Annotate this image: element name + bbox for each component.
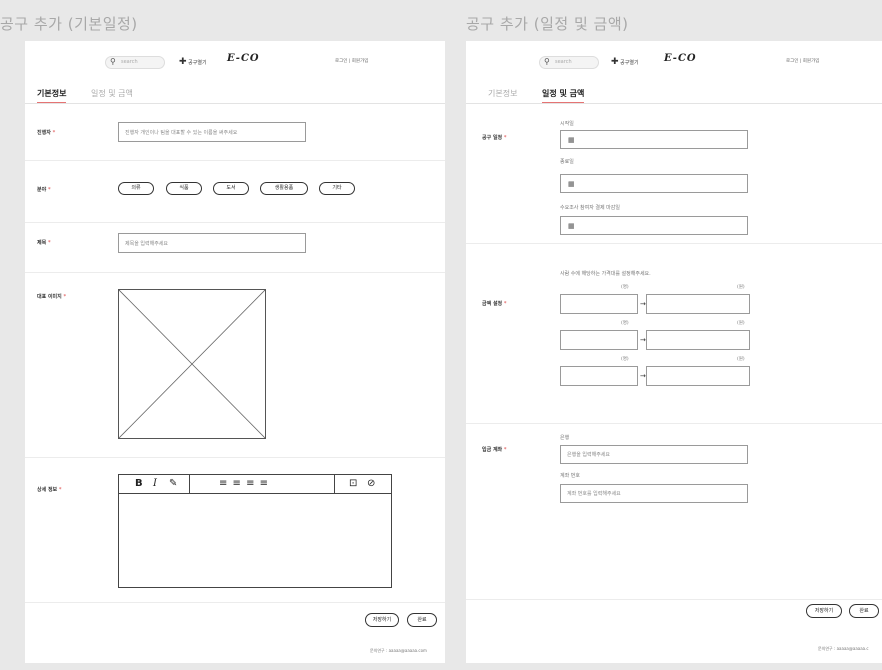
create-label: 공구열기 [188, 60, 207, 66]
search-placeholder: search [555, 59, 572, 65]
price-section: 금액 설정 * 사람 수에 해당하는 가격대를 설정해주세요. (명) (원) … [466, 244, 882, 424]
rich-text-editor[interactable]: B I ✎ ≡ ≡ ≡ ≡ ⊡ ⊘ [118, 474, 392, 588]
calendar-icon: ▦ [568, 221, 575, 230]
tab-schedule-price[interactable]: 일정 및 금액 [542, 88, 585, 103]
start-date-input[interactable]: ▦ [560, 130, 748, 149]
create-label: 공구열기 [620, 60, 639, 66]
unit-people: (명) [621, 285, 629, 290]
frame-title-basic: 공구 추가 (기본일정) [0, 15, 138, 33]
category-chip-food[interactable]: 식품 [166, 182, 202, 195]
toolbar-divider [189, 475, 190, 494]
basic-info-panel: ⚲ search ✚ 공구열기 E-CO 로그인 | 회원가입 기본정보 일정 … [25, 41, 445, 663]
category-chip-clothing[interactable]: 의류 [118, 182, 154, 195]
auth-links[interactable]: 로그인 | 회원가입 [786, 58, 819, 64]
account-number-input[interactable]: 계좌 번호를 입력해주세요 [560, 484, 748, 503]
start-date-label: 시작일 [560, 121, 574, 127]
account-label: 입금 계좌 * [482, 447, 507, 453]
people-input-1[interactable] [560, 294, 638, 314]
title-label: 제목 * [37, 240, 51, 246]
price-input-2[interactable] [646, 330, 750, 350]
pen-icon[interactable]: ✎ [169, 478, 177, 489]
tab-bar: 기본정보 일정 및 금액 [466, 86, 882, 104]
top-navigation: ⚲ search ✚ 공구열기 E-CO 로그인 | 회원가입 [25, 41, 445, 86]
search-icon: ⚲ [110, 57, 116, 66]
frame-title-schedule: 공구 추가 (일정 및 금액) [466, 15, 629, 33]
title-input[interactable]: 제목을 입력해주세요 [118, 233, 306, 253]
image-upload-placeholder[interactable] [118, 289, 266, 439]
done-button[interactable]: 완료 [849, 604, 879, 618]
period-section: 공구 일정 * 시작일 ▦ 종료일 ▦ 수요조사 참여자 결제 마감일 ▦ [466, 104, 882, 244]
italic-icon[interactable]: I [153, 478, 157, 489]
arrow-right-icon: → [640, 372, 646, 380]
footer-contact: 문의연구 : aaaaa@aaaaa.com [370, 648, 427, 653]
category-chip-household[interactable]: 생활용품 [260, 182, 308, 195]
plus-icon: ✚ [179, 57, 187, 67]
search-input[interactable]: ⚲ search [539, 56, 599, 69]
bold-icon[interactable]: B [135, 478, 143, 489]
plus-icon: ✚ [611, 57, 619, 67]
image-insert-icon[interactable]: ⊡ [349, 478, 357, 489]
unit-people: (명) [621, 321, 629, 326]
title-section: 제목 * 제목을 입력해주세요 [25, 223, 445, 273]
price-input-1[interactable] [646, 294, 750, 314]
period-label: 공구 일정 * [482, 135, 507, 141]
detail-label: 상세 정보 * [37, 487, 62, 493]
category-chip-books[interactable]: 도서 [213, 182, 249, 195]
editor-toolbar: B I ✎ ≡ ≡ ≡ ≡ ⊡ ⊘ [119, 475, 391, 494]
search-input[interactable]: ⚲ search [105, 56, 165, 69]
account-number-label: 계좌 번호 [560, 473, 580, 479]
category-chip-etc[interactable]: 기타 [319, 182, 355, 195]
arrow-right-icon: → [640, 336, 646, 344]
create-group-buy-link[interactable]: ✚ 공구열기 [179, 56, 207, 69]
detail-section: 상세 정보 * B I ✎ ≡ ≡ ≡ ≡ ⊡ ⊘ [25, 458, 445, 603]
unit-won: (원) [737, 321, 745, 326]
end-date-input[interactable]: ▦ [560, 174, 748, 193]
image-label: 대표 이미지 * [37, 294, 67, 300]
price-label: 금액 설정 * [482, 301, 507, 307]
create-group-buy-link[interactable]: ✚ 공구열기 [611, 56, 639, 69]
demand-deadline-label: 수요조사 참여자 결제 마감일 [560, 205, 620, 211]
link-icon[interactable]: ⊘ [367, 478, 375, 489]
tab-schedule-price[interactable]: 일정 및 금액 [91, 88, 133, 102]
done-button[interactable]: 완료 [407, 613, 437, 627]
bank-label: 은행 [560, 435, 570, 441]
toolbar-divider [334, 475, 335, 494]
bank-input[interactable]: 은행을 입력해주세요 [560, 445, 748, 464]
auth-links[interactable]: 로그인 | 회원가입 [335, 58, 368, 64]
people-input-2[interactable] [560, 330, 638, 350]
logo[interactable]: E-CO [227, 53, 260, 64]
people-input-3[interactable] [560, 366, 638, 386]
unit-won: (원) [737, 285, 745, 290]
unit-people: (명) [621, 357, 629, 362]
align-icons[interactable]: ≡ ≡ ≡ ≡ [219, 478, 269, 489]
end-date-label: 종료일 [560, 159, 574, 165]
host-input[interactable]: 진행자 개인이나 팀을 대표할 수 있는 이름을 써주세요 [118, 122, 306, 142]
calendar-icon: ▦ [568, 135, 575, 144]
arrow-right-icon: → [640, 300, 646, 308]
tab-bar: 기본정보 일정 및 금액 [25, 86, 445, 104]
tab-basic-info[interactable]: 기본정보 [37, 88, 67, 103]
account-section: 입금 계좌 * 은행 은행을 입력해주세요 계좌 번호 계좌 번호를 입력해주세… [466, 424, 882, 504]
search-icon: ⚲ [544, 57, 550, 66]
search-placeholder: search [121, 59, 138, 65]
price-hint: 사람 수에 해당하는 가격대를 설정해주세요. [560, 271, 651, 277]
price-input-3[interactable] [646, 366, 750, 386]
schedule-price-panel: ⚲ search ✚ 공구열기 E-CO 로그인 | 회원가입 기본정보 일정 … [466, 41, 882, 663]
logo[interactable]: E-CO [664, 53, 697, 64]
category-label: 분야 * [37, 187, 51, 193]
demand-deadline-input[interactable]: ▦ [560, 216, 748, 235]
category-section: 분야 * 의류 식품 도서 생활용품 기타 [25, 161, 445, 223]
footer-contact: 문의연구 : aaaaa@aaaaa.c [818, 646, 869, 651]
top-navigation: ⚲ search ✚ 공구열기 E-CO 로그인 | 회원가입 [466, 41, 882, 86]
divider [466, 599, 882, 600]
host-section: 진행자 * 진행자 개인이나 팀을 대표할 수 있는 이름을 써주세요 [25, 104, 445, 161]
image-placeholder-cross [118, 289, 266, 439]
calendar-icon: ▦ [568, 179, 575, 188]
host-label: 진행자 * [37, 130, 56, 136]
unit-won: (원) [737, 357, 745, 362]
save-button[interactable]: 저장하기 [365, 613, 399, 627]
tab-basic-info[interactable]: 기본정보 [488, 88, 517, 102]
image-section: 대표 이미지 * [25, 273, 445, 458]
save-button[interactable]: 저장하기 [806, 604, 842, 618]
